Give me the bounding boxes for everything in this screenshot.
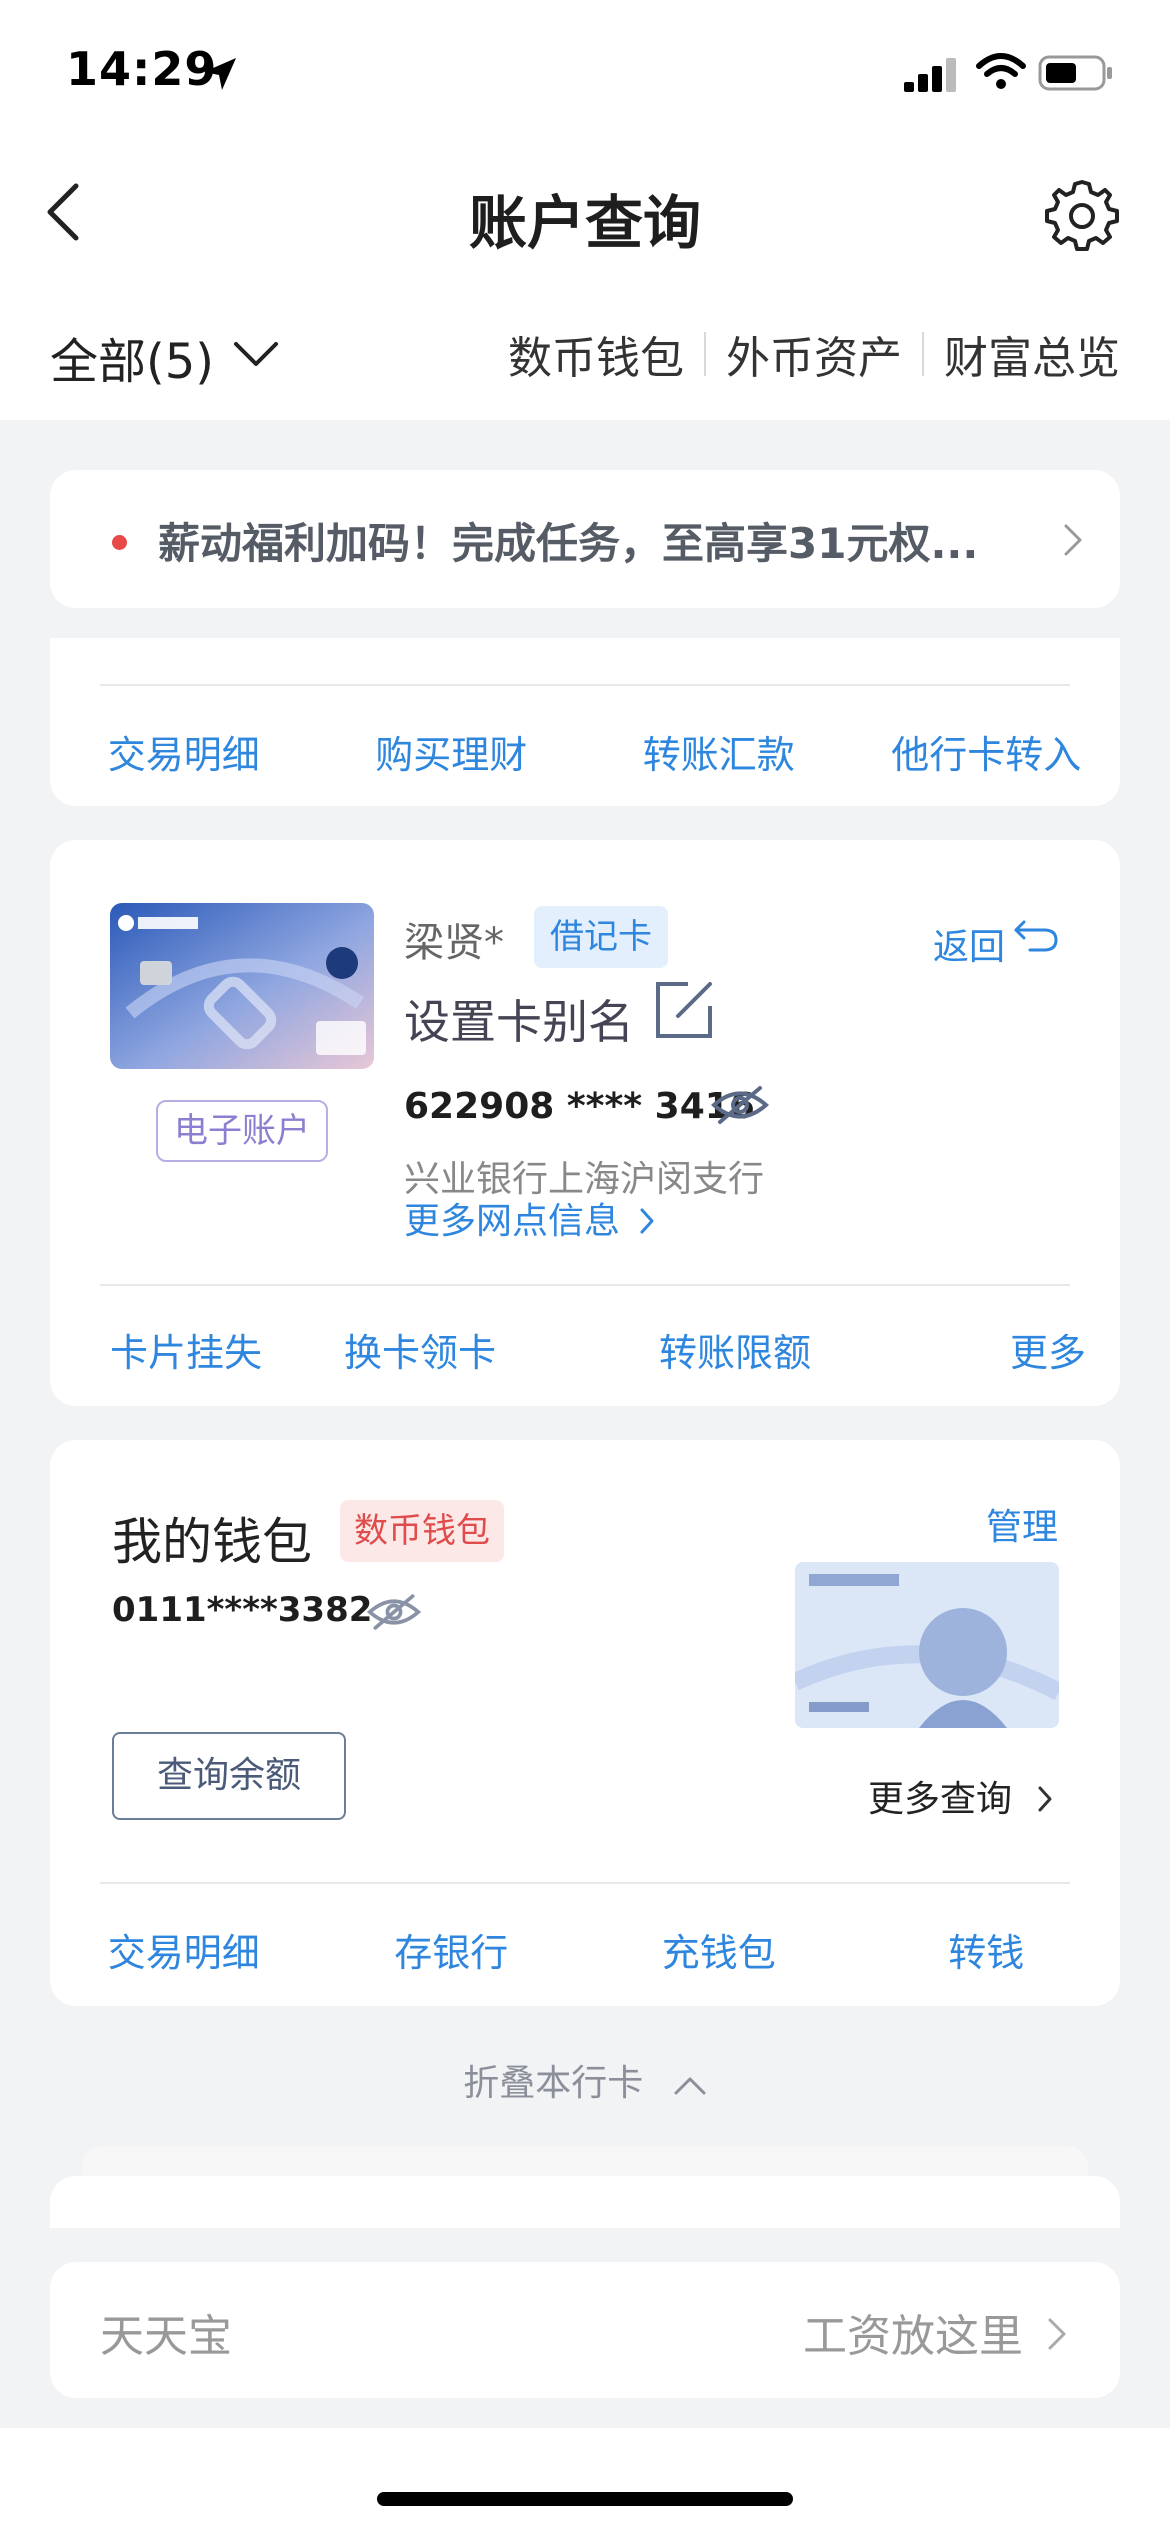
account-card [50, 638, 1120, 806]
query-balance-button[interactable]: 查询余额 [112, 1732, 346, 1820]
page-title: 账户查询 [468, 189, 701, 257]
home-indicator-area [0, 2428, 1170, 2532]
chevron-right-icon [1038, 1786, 1052, 1812]
transfer-money-button[interactable]: 转钱 [853, 1922, 1121, 1977]
card-holder-name: 梁贤* [404, 920, 504, 966]
buy-wealth-button[interactable]: 购买理财 [318, 724, 586, 779]
card-type-badge: 借记卡 [534, 906, 668, 968]
e-account-badge: 电子账户 [156, 1100, 328, 1162]
wallet-transaction-detail-button[interactable]: 交易明细 [50, 1922, 318, 1977]
transaction-detail-button[interactable]: 交易明细 [50, 724, 318, 779]
gear-icon[interactable] [1042, 176, 1122, 256]
chevron-right-icon [640, 1208, 654, 1234]
digital-rmb-note-image [795, 1562, 1059, 1728]
edit-icon[interactable] [652, 978, 716, 1042]
chevron-right-icon [1064, 524, 1082, 556]
wallet-actions: 交易明细 存银行 充钱包 转钱 [50, 1922, 1120, 1977]
promo-text: 薪动福利加码！完成任务，至高享31元权... [158, 519, 979, 568]
chevron-down-icon[interactable] [232, 336, 280, 370]
card-actions: 卡片挂失 换卡领卡 转账限额 更多 [70, 1322, 1100, 1377]
transfer-limit-button[interactable]: 转账限额 [570, 1322, 900, 1377]
manage-button[interactable]: 管理 [986, 1498, 1058, 1550]
eye-hidden-icon[interactable] [366, 1592, 422, 1632]
deposit-to-bank-button[interactable]: 存银行 [318, 1922, 586, 1977]
transfer-button[interactable]: 转账汇款 [585, 724, 853, 779]
more-query-label: 更多查询 [868, 1779, 1013, 1820]
card-number: 622908 **** 3416 [404, 1086, 755, 1127]
status-time: 14:29 [66, 42, 218, 96]
more-branch-label: 更多网点信息 [404, 1201, 621, 1242]
tiantianbao-name: 天天宝 [100, 2311, 232, 2362]
more-query-link[interactable]: 更多查询 [868, 1770, 1053, 1822]
digital-wallet-link[interactable]: 数币钱包 [508, 322, 684, 386]
return-arrow-icon[interactable] [1010, 916, 1060, 956]
card-alias-label[interactable]: 设置卡别名 [404, 986, 634, 1052]
promo-dot [112, 535, 127, 550]
divider [100, 1284, 1070, 1286]
divider [922, 332, 924, 376]
location-arrow-icon [204, 58, 236, 90]
divider [100, 684, 1070, 686]
quick-links: 数币钱包 外币资产 财富总览 [508, 322, 1120, 386]
tiantianbao-slogan: 工资放这里 [803, 2311, 1023, 2362]
more-button[interactable]: 更多 [900, 1322, 1100, 1377]
eye-hidden-icon[interactable] [710, 1084, 770, 1126]
wallet-number: 0111****3382 [112, 1590, 373, 1630]
wallet-title: 我的钱包 [112, 1513, 312, 1571]
other-bank-transfer-in-button[interactable]: 他行卡转入 [853, 724, 1121, 779]
chevron-up-icon [674, 2077, 706, 2095]
top-up-wallet-button[interactable]: 充钱包 [585, 1922, 853, 1977]
cellular-signal-icon [904, 58, 956, 92]
more-branch-link[interactable]: 更多网点信息 [404, 1192, 655, 1244]
return-button[interactable]: 返回 [933, 918, 1005, 970]
wifi-icon [976, 53, 1026, 89]
account-actions: 交易明细 购买理财 转账汇款 他行卡转入 [50, 724, 1120, 779]
account-filter[interactable]: 全部(5) [50, 322, 214, 392]
divider [704, 332, 706, 376]
collapse-cards-toggle[interactable]: 折叠本行卡 [0, 2054, 1170, 2106]
bank-card-image[interactable] [110, 903, 374, 1069]
replace-card-button[interactable]: 换卡领卡 [270, 1322, 570, 1377]
collapse-label: 折叠本行卡 [463, 2063, 644, 2104]
digital-currency-badge: 数币钱包 [340, 1500, 504, 1562]
divider [100, 1882, 1070, 1884]
stacked-card-edge [50, 2176, 1120, 2228]
wealth-overview-link[interactable]: 财富总览 [944, 322, 1120, 386]
chevron-right-icon [1048, 2318, 1066, 2350]
foreign-currency-link[interactable]: 外币资产 [726, 322, 902, 386]
battery-icon [1038, 55, 1112, 91]
home-indicator[interactable] [377, 2492, 793, 2506]
report-loss-button[interactable]: 卡片挂失 [70, 1322, 270, 1377]
